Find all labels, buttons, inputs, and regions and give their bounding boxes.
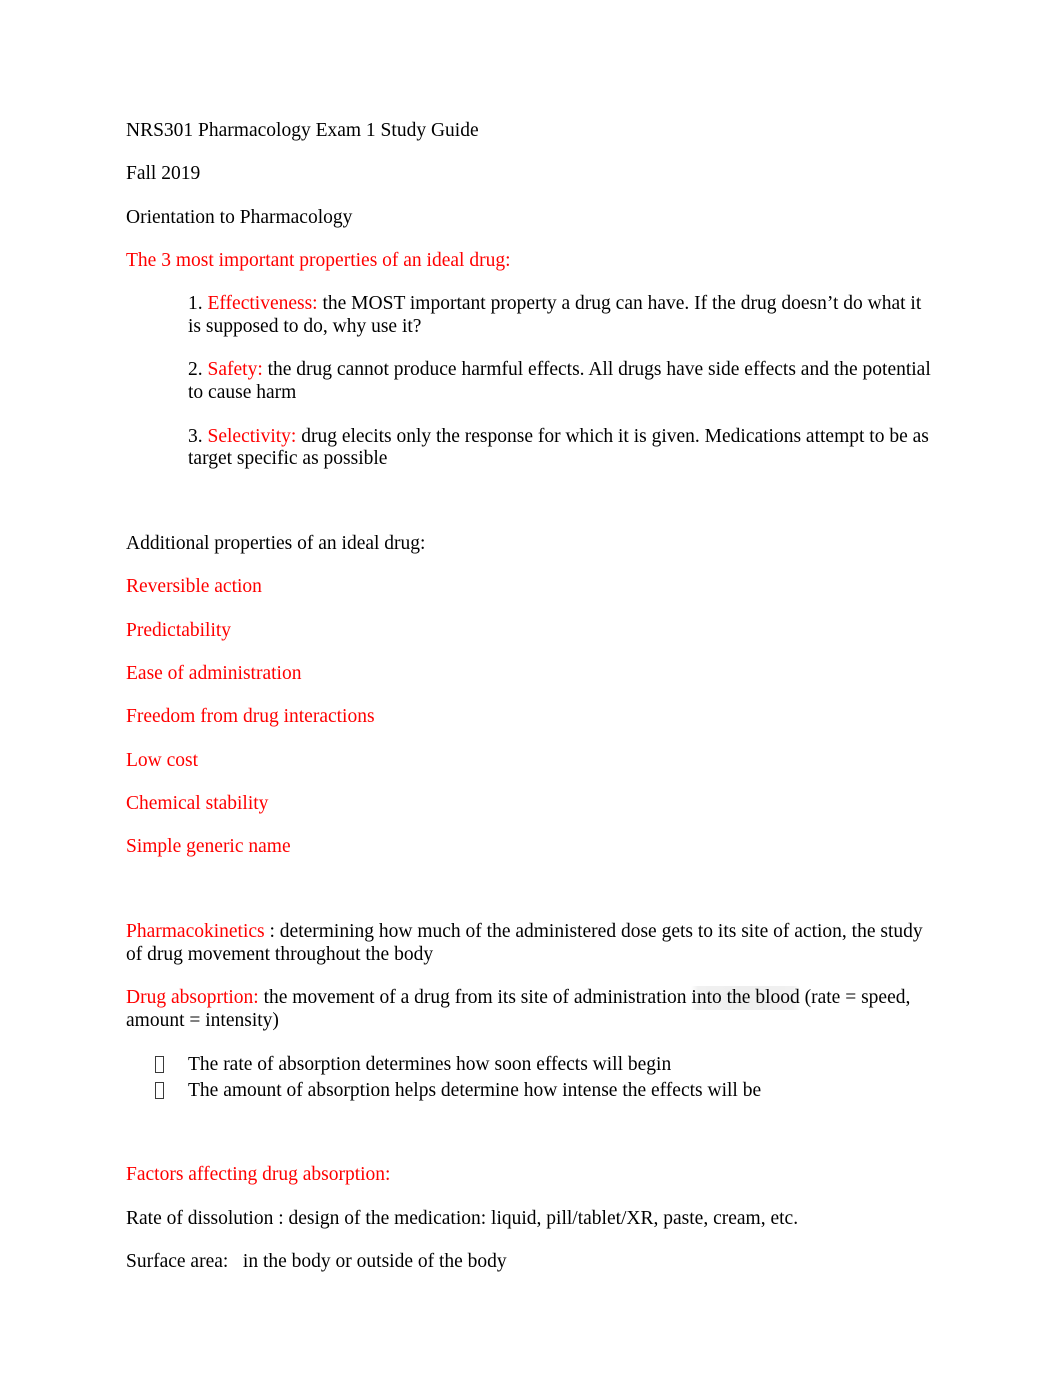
ideal-drug-item-3: 3. Selectivity: drug elecits only the re… xyxy=(126,426,936,472)
spacer-before-additional-properties xyxy=(126,492,936,513)
ideal-drug-item-2: 2. Safety: the drug cannot produce harmf… xyxy=(126,359,936,405)
additional-property-ease-of-administration: Ease of administration xyxy=(126,663,302,685)
pharmacokinetics-paragraph: Pharmacokinetics : determining how much … xyxy=(126,921,936,967)
ideal-drug-item-2-term: Safety: xyxy=(207,359,263,381)
drug-absorption-definition-before: the movement of a drug from its site of … xyxy=(258,987,692,1009)
ideal-drug-heading: The 3 most important properties of an id… xyxy=(126,249,511,271)
factor-surface-area: Surface area: in the body or outside of … xyxy=(126,1251,507,1273)
ideal-drug-item-1-number: 1. xyxy=(188,293,203,315)
factors-heading: Factors affecting drug absorption: xyxy=(126,1164,391,1186)
document-term: Fall 2019 xyxy=(126,163,201,185)
document-body: NRS301 Pharmacology Exam 1 Study Guide F… xyxy=(126,120,936,1274)
ideal-drug-item-2-number: 2. xyxy=(188,359,203,381)
missing-glyph-bullet-icon xyxy=(155,1056,164,1074)
drug-absorption-paragraph: Drug absoprtion: the movement of a drug … xyxy=(126,986,936,1033)
additional-property-freedom-from-drug-interactions: Freedom from drug interactions xyxy=(126,706,375,728)
ideal-drug-item-3-number: 3. xyxy=(188,425,203,447)
additional-properties-heading: Additional properties of an ideal drug: xyxy=(126,533,426,555)
bullet-text-rate-of-absorption: The rate of absorption determines how so… xyxy=(188,1054,672,1076)
ideal-drug-item-3-term: Selectivity: xyxy=(207,425,297,447)
missing-glyph-bullet-icon xyxy=(155,1082,164,1100)
additional-property-predictability: Predictability xyxy=(126,619,232,641)
drug-absorption-bullet-list: The rate of absorption determines how so… xyxy=(126,1053,936,1103)
ideal-drug-item-1-term: Effectiveness: xyxy=(207,293,318,315)
ideal-drug-item-2-definition: the drug cannot produce harmful effects.… xyxy=(188,359,931,404)
additional-property-reversible-action: Reversible action xyxy=(126,576,262,598)
additional-property-simple-generic-name: Simple generic name xyxy=(126,836,291,858)
spacer-before-factors xyxy=(126,1123,936,1144)
pharmacokinetics-term: Pharmacokinetics xyxy=(126,921,270,943)
factor-rate-of-dissolution: Rate of dissolution : design of the medi… xyxy=(126,1207,799,1229)
section-heading-orientation: Orientation to Pharmacology xyxy=(126,206,353,228)
ideal-drug-item-1: 1. Effectiveness: the MOST important pro… xyxy=(126,293,936,339)
additional-property-low-cost: Low cost xyxy=(126,749,199,771)
spacer-before-pharmacokinetics xyxy=(126,880,936,901)
bullet-text-amount-of-absorption: The amount of absorption helps determine… xyxy=(188,1080,762,1102)
document-title: NRS301 Pharmacology Exam 1 Study Guide xyxy=(126,120,479,141)
drug-absorption-highlighted-phrase: into the blood xyxy=(691,986,800,1011)
drug-absorption-term: Drug absoprtion: xyxy=(126,987,259,1009)
additional-property-chemical-stability: Chemical stability xyxy=(126,793,269,814)
list-item: The rate of absorption determines how so… xyxy=(126,1053,936,1077)
document-page: NRS301 Pharmacology Exam 1 Study Guide F… xyxy=(0,0,1062,1377)
list-item: The amount of absorption helps determine… xyxy=(126,1079,936,1103)
